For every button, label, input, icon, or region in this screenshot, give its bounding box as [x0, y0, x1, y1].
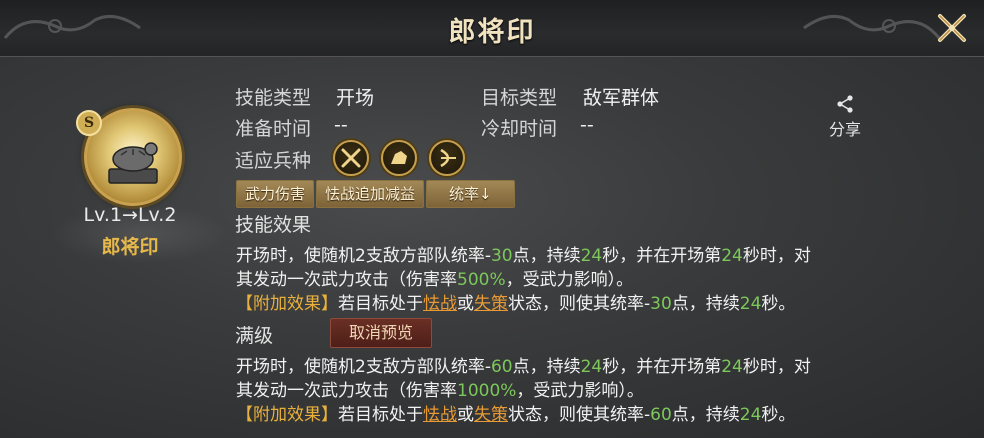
effect-description: 开场时，使随机2支敌方部队统率-30点，持续24秒，并在开场第24秒时，对 其发… — [236, 244, 916, 316]
text: 秒。 — [761, 294, 796, 314]
tag-item: 武力伤害 — [236, 180, 315, 208]
prep-time-label: 准备时间 — [235, 118, 312, 140]
cooldown-label: 冷却时间 — [481, 118, 558, 140]
text: 状态，则使其统率- — [508, 405, 651, 425]
value: 30 — [490, 246, 513, 266]
effect-heading: 技能效果 — [235, 214, 312, 236]
value: 24 — [580, 357, 603, 377]
status-link-fear[interactable]: 怯战 — [423, 294, 457, 314]
value: 60 — [650, 405, 672, 425]
max-line-3: 【附加效果】若目标处于怯战或失策状态，则使其统率-60点，持续24秒。 — [236, 403, 916, 427]
text: 若目标处于 — [338, 294, 423, 314]
max-level-description: 开场时，使随机2支敌方部队统率-60点，持续24秒，并在开场第24秒时，对 其发… — [236, 355, 916, 427]
status-link-fear[interactable]: 怯战 — [423, 405, 457, 425]
max-level-heading: 满级 — [235, 325, 274, 347]
value: 24 — [739, 405, 762, 425]
value: 60 — [490, 357, 513, 377]
text: 其发动一次武力攻击（伤害率 — [236, 270, 457, 290]
max-line-1: 开场时，使随机2支敌方部队统率-60点，持续24秒，并在开场第24秒时，对 — [236, 355, 916, 379]
effect-line-2: 其发动一次武力攻击（伤害率500%，受武力影响）。 — [236, 268, 916, 292]
effect-line-1: 开场时，使随机2支敌方部队统率-30点，持续24秒，并在开场第24秒时，对 — [236, 244, 916, 268]
value: 30 — [650, 294, 672, 314]
tag-item: 怯战追加减益 — [316, 180, 425, 208]
text: 秒时，对 — [742, 246, 811, 266]
status-link-blunder[interactable]: 失策 — [474, 405, 508, 425]
text: 秒，并在开场第 — [602, 357, 722, 377]
status-link-blunder[interactable]: 失策 — [474, 294, 508, 314]
text: 点，持续 — [512, 246, 581, 266]
close-icon[interactable] — [934, 10, 970, 46]
bonus-effect-label: 【附加效果】 — [236, 405, 338, 425]
value: 1000% — [457, 381, 517, 401]
text: 或 — [457, 294, 474, 314]
text: 状态，则使其统率- — [508, 294, 651, 314]
seal-name: 郎将印 — [101, 236, 159, 258]
text: 秒时，对 — [742, 357, 811, 377]
text: 或 — [457, 405, 474, 425]
max-line-2: 其发动一次武力攻击（伤害率1000%，受武力影响）。 — [236, 379, 916, 403]
level-progress: Lv.1→Lv.2 — [83, 204, 177, 226]
cancel-preview-button[interactable]: 取消预览 — [330, 318, 432, 348]
target-type-label: 目标类型 — [481, 87, 558, 109]
value: 24 — [580, 246, 603, 266]
text: 秒。 — [761, 405, 796, 425]
text: 秒，并在开场第 — [602, 246, 722, 266]
window-title: 郎将印 — [448, 17, 536, 48]
value: 500% — [457, 270, 506, 290]
skill-type-label: 技能类型 — [235, 87, 312, 109]
seal-card: S Lv.1→Lv.2 郎将印 — [50, 96, 230, 266]
text: 若目标处于 — [338, 405, 423, 425]
value: 24 — [721, 246, 743, 266]
skill-tags: 武力伤害 怯战追加减益 统率↓ — [236, 180, 517, 208]
text: 点，持续 — [671, 294, 740, 314]
skill-detail-panel: 郎将印 S Lv.1→Lv.2 郎将印 技能类型 开场 目标类型 敌军群体 准备… — [0, 0, 984, 438]
grade-badge: S — [76, 110, 102, 136]
text: ，受武力影响）。 — [505, 270, 634, 290]
value: 24 — [739, 294, 762, 314]
cooldown-value: -- — [580, 114, 594, 136]
title-bar: 郎将印 — [0, 0, 984, 57]
prep-time-value: -- — [334, 114, 348, 136]
text: 开场时，使随机2支敌方部队统率- — [236, 246, 491, 266]
effect-line-3: 【附加效果】若目标处于怯战或失策状态，则使其统率-30点，持续24秒。 — [236, 292, 916, 316]
bonus-effect-label: 【附加效果】 — [236, 294, 338, 314]
share-button[interactable]: 分享 — [823, 92, 867, 139]
cavalry-icon[interactable] — [381, 140, 417, 176]
text: ，受武力影响）。 — [516, 381, 644, 401]
text: 点，持续 — [671, 405, 740, 425]
tag-item: 统率↓ — [426, 180, 515, 208]
share-icon — [837, 95, 853, 113]
text: 其发动一次武力攻击（伤害率 — [236, 381, 457, 401]
text: 点，持续 — [512, 357, 581, 377]
target-type-value: 敌军群体 — [583, 87, 660, 109]
share-label: 分享 — [828, 120, 861, 139]
spear-icon[interactable] — [333, 140, 369, 176]
units-label: 适应兵种 — [235, 150, 312, 172]
skill-type-value: 开场 — [336, 87, 375, 109]
value: 24 — [721, 357, 743, 377]
archer-icon[interactable] — [429, 140, 465, 176]
text: 开场时，使随机2支敌方部队统率- — [236, 357, 491, 377]
